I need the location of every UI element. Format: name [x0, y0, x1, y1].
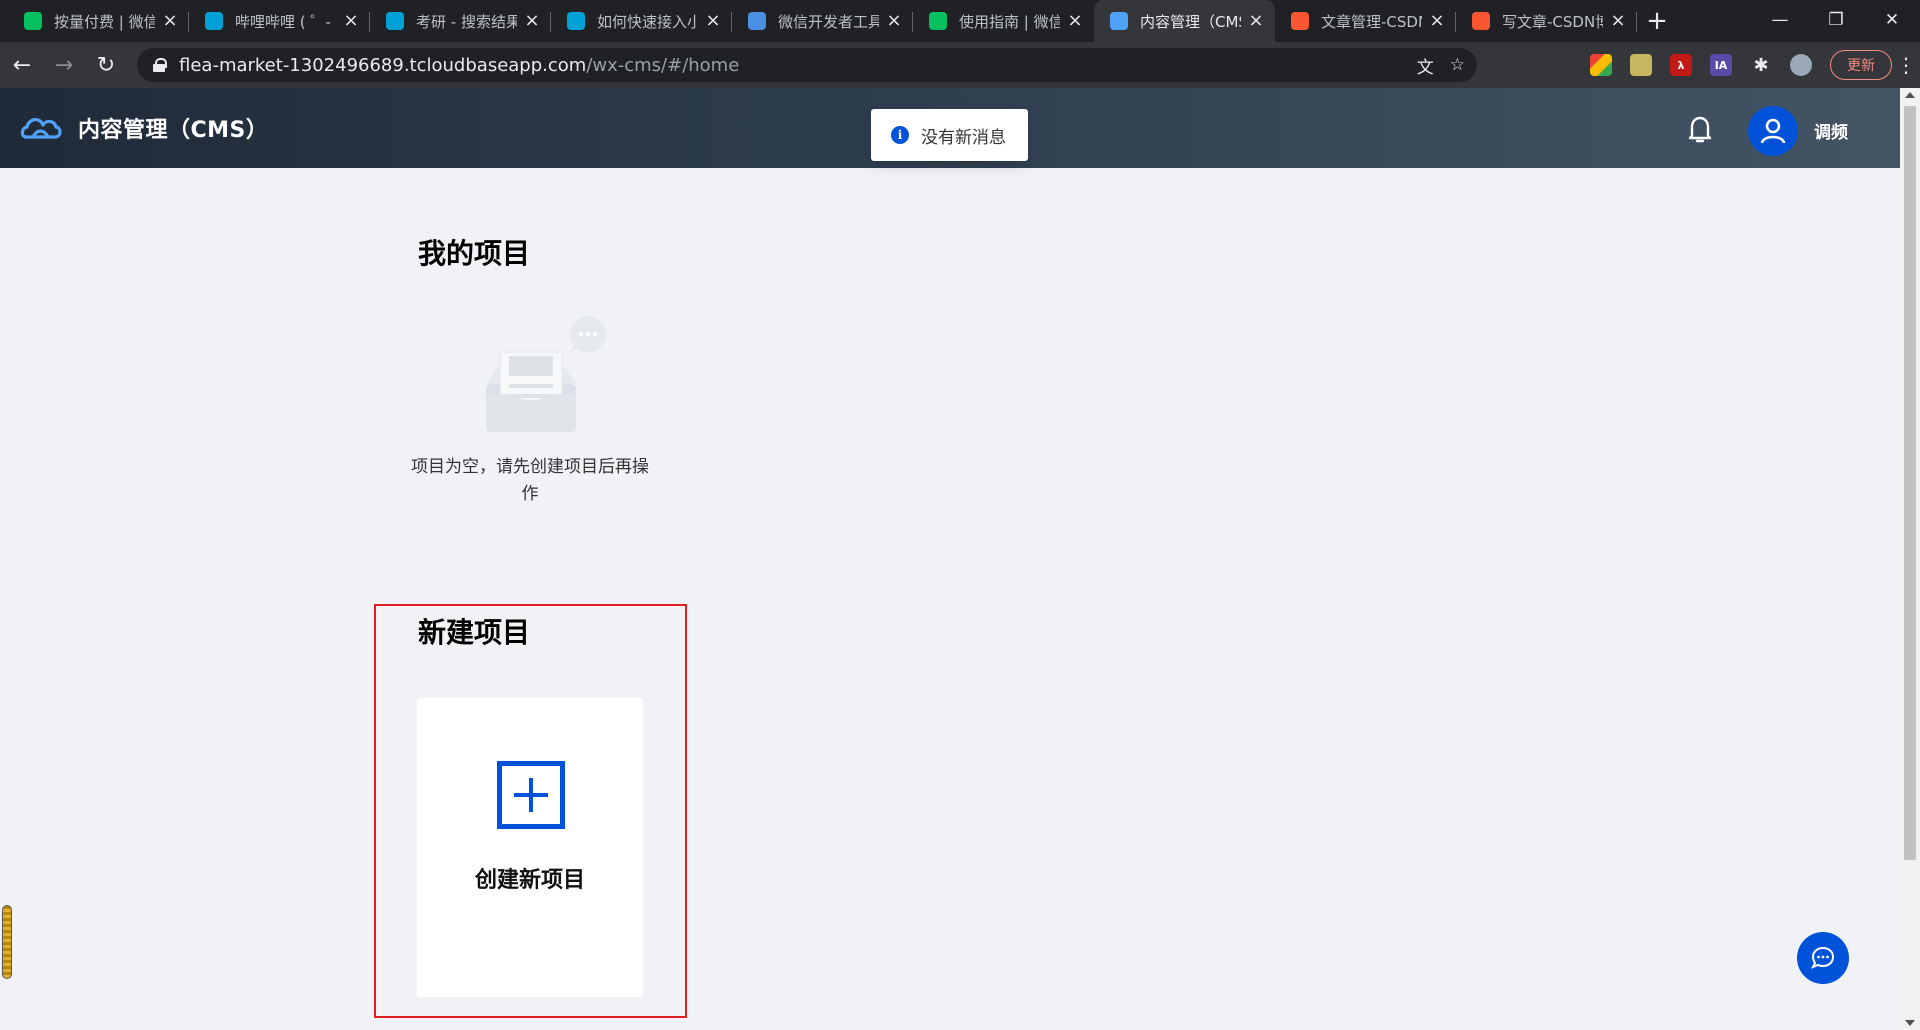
toast-notification: i 没有新消息 — [871, 109, 1028, 161]
notification-bell-icon[interactable] — [1683, 112, 1717, 146]
tab-title: 考研 - 搜索结果 — [416, 12, 517, 31]
chat-support-button[interactable] — [1797, 932, 1849, 984]
tab-close-icon[interactable]: × — [342, 12, 360, 30]
cloud-devtools-icon — [748, 12, 766, 30]
add-project-icon — [497, 761, 565, 829]
new-tab-button[interactable]: + — [1637, 0, 1677, 42]
browser-tab[interactable]: 如何快速接入小程 × — [551, 0, 732, 42]
bilibili-icon — [205, 12, 223, 30]
translate-icon[interactable]: 文 — [1417, 53, 1434, 78]
tab-close-icon[interactable]: × — [523, 12, 541, 30]
bilibili-icon — [567, 12, 585, 30]
new-project-title: 新建项目 — [418, 616, 531, 649]
address-bar[interactable]: flea-market-1302496689.tcloudbaseapp.com… — [137, 48, 1477, 82]
extension-ia-icon[interactable]: IA — [1710, 54, 1732, 76]
page-scrollbar[interactable] — [1900, 88, 1920, 1030]
update-button[interactable]: 更新 — [1830, 50, 1892, 80]
browser-tab[interactable]: 考研 - 搜索结果 × — [370, 0, 551, 42]
wechat-icon — [24, 12, 42, 30]
back-icon[interactable]: ← — [2, 45, 42, 85]
chat-bubble-icon — [1810, 946, 1835, 969]
browser-toolbar: ← → ↻ flea-market-1302496689.tcloudbasea… — [0, 42, 1920, 88]
app-title: 内容管理（CMS） — [78, 118, 269, 143]
create-project-label: 创建新项目 — [474, 868, 585, 893]
tab-close-icon[interactable]: × — [1247, 12, 1265, 30]
browser-tab[interactable]: 内容管理（CMS × — [1094, 0, 1275, 42]
extension-colorful-icon[interactable] — [1590, 54, 1612, 76]
user-icon — [1760, 118, 1786, 144]
forward-icon[interactable]: → — [44, 45, 84, 85]
cloud-logo-icon — [1110, 12, 1128, 30]
restore-icon[interactable]: ❐ — [1808, 0, 1864, 40]
url-host: flea-market-1302496689.tcloudbaseapp.com — [179, 54, 587, 76]
browser-tab-strip: 按量付费 | 微信×哔哩哔哩 ( ゜- ゜)×考研 - 搜索结果×如何快速接入小… — [0, 0, 1920, 42]
user-avatar[interactable] — [1748, 106, 1798, 156]
tab-close-icon[interactable]: × — [1609, 12, 1627, 30]
extensions-puzzle-icon[interactable]: ✱ — [1750, 54, 1772, 76]
empty-inbox-illustration — [486, 316, 606, 432]
close-window-icon[interactable]: ✕ — [1864, 0, 1920, 40]
browser-tab[interactable]: 文章管理-CSDN × — [1275, 0, 1456, 42]
minimize-icon[interactable]: — — [1752, 0, 1808, 40]
my-projects-title: 我的项目 — [418, 237, 531, 270]
username[interactable]: 调频 — [1814, 118, 1848, 143]
bilibili-icon — [386, 12, 404, 30]
browser-tab[interactable]: 哔哩哔哩 ( ゜- ゜) × — [189, 0, 370, 42]
side-drag-handle[interactable] — [2, 905, 12, 979]
tab-title: 文章管理-CSDN — [1321, 12, 1422, 31]
browser-tab[interactable]: 按量付费 | 微信 × — [8, 0, 189, 42]
window-controls: — ❐ ✕ — [1752, 0, 1920, 40]
scroll-up-arrow-icon[interactable] — [1905, 92, 1915, 98]
tab-title: 使用指南 | 微信 — [959, 12, 1060, 31]
url-path: /wx-cms/#/home — [586, 54, 740, 76]
tab-close-icon[interactable]: × — [1066, 12, 1084, 30]
scroll-thumb[interactable] — [1904, 106, 1916, 860]
tab-title: 按量付费 | 微信 — [54, 12, 155, 31]
tab-close-icon[interactable]: × — [161, 12, 179, 30]
tab-title: 内容管理（CMS — [1140, 12, 1241, 31]
browser-menu-icon[interactable]: ⋮ — [1896, 53, 1916, 77]
browser-tab[interactable]: 使用指南 | 微信 × — [913, 0, 1094, 42]
toast-message: 没有新消息 — [921, 127, 1006, 148]
browser-tab[interactable]: 微信开发者工具 × — [732, 0, 913, 42]
csdn-icon — [1291, 12, 1309, 30]
profile-avatar-icon[interactable] — [1790, 54, 1812, 76]
cloud-logo-icon — [20, 118, 62, 139]
tab-title: 写文章-CSDN博 — [1502, 12, 1603, 31]
browser-tab[interactable]: 写文章-CSDN博 × — [1456, 0, 1637, 42]
bookmark-star-icon[interactable]: ☆ — [1450, 55, 1465, 75]
extension-dictionary-icon[interactable] — [1630, 54, 1652, 76]
tab-close-icon[interactable]: × — [704, 12, 722, 30]
tab-title: 如何快速接入小程 — [597, 12, 698, 31]
extension-pdf-icon[interactable]: λ — [1670, 54, 1692, 76]
tab-title: 微信开发者工具 — [778, 12, 879, 31]
scroll-down-arrow-icon[interactable] — [1905, 1020, 1915, 1026]
csdn-icon — [1472, 12, 1490, 30]
wechat-icon — [929, 12, 947, 30]
reload-icon[interactable]: ↻ — [86, 45, 126, 85]
lock-icon[interactable] — [153, 58, 167, 72]
info-icon: i — [891, 126, 909, 144]
create-project-card[interactable]: 创建新项目 — [417, 698, 643, 997]
tab-close-icon[interactable]: × — [885, 12, 903, 30]
tab-title: 哔哩哔哩 ( ゜- ゜) — [235, 12, 336, 31]
empty-projects-text: 项目为空，请先创建项目后再操作 — [411, 457, 649, 504]
tab-close-icon[interactable]: × — [1428, 12, 1446, 30]
tab-list: 按量付费 | 微信×哔哩哔哩 ( ゜- ゜)×考研 - 搜索结果×如何快速接入小… — [0, 0, 1637, 42]
